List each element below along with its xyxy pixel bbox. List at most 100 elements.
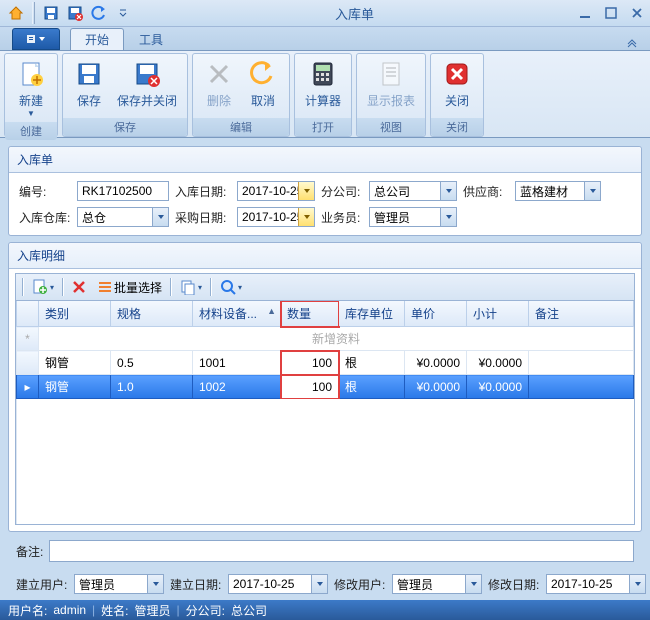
- combo-create-user[interactable]: 管理员: [74, 574, 164, 594]
- tab-tools[interactable]: 工具: [124, 28, 178, 50]
- date-create-date[interactable]: 2017-10-25: [228, 574, 328, 594]
- col-qty[interactable]: 数量: [281, 301, 339, 327]
- cell-qty[interactable]: 100: [281, 375, 339, 399]
- date-mod-date[interactable]: 2017-10-25: [546, 574, 646, 594]
- calculator-button[interactable]: 计算器: [299, 56, 347, 111]
- col-remark[interactable]: 备注: [529, 301, 634, 327]
- grid-blank-area: [16, 399, 634, 524]
- cell-price[interactable]: ¥0.0000: [405, 375, 467, 399]
- toolbar-label: 批量选择: [114, 279, 162, 296]
- combo-trigger-icon[interactable]: [440, 182, 456, 200]
- combo-trigger-icon[interactable]: [311, 575, 327, 593]
- ribbon-group-edit: 删除 取消 编辑: [192, 53, 290, 137]
- date-podate[interactable]: 2017-10-25: [237, 207, 315, 227]
- qat-save-close-icon[interactable]: [65, 3, 85, 23]
- maximize-button[interactable]: [602, 4, 620, 22]
- cell-subtotal[interactable]: ¥0.0000: [467, 351, 529, 375]
- panel-title: 入库单: [9, 147, 641, 173]
- quick-access-toolbar: [6, 2, 133, 24]
- cell-spec[interactable]: 1.0: [111, 375, 193, 399]
- toolbar-add-button[interactable]: ▾: [28, 277, 58, 297]
- save-button[interactable]: 保存: [67, 56, 111, 111]
- label-create-user: 建立用户:: [16, 576, 68, 593]
- date-trigger-icon[interactable]: [298, 182, 314, 200]
- tab-start[interactable]: 开始: [70, 28, 124, 50]
- close-form-button[interactable]: 关闭: [435, 56, 479, 111]
- toolbar-delete-button[interactable]: [68, 277, 90, 297]
- col-indicator[interactable]: [17, 301, 39, 327]
- status-user-label: 用户名:: [8, 602, 47, 619]
- label-create-date: 建立日期:: [170, 576, 222, 593]
- new-button[interactable]: 新建 ▼: [9, 56, 53, 120]
- input-no[interactable]: [77, 181, 169, 201]
- new-row[interactable]: * 新增资料: [17, 327, 634, 351]
- grid: 类别 规格 材料设备...▲ 数量 库存单位 单价 小计 备注 * 新增资料: [15, 301, 635, 525]
- combo-trigger-icon[interactable]: [152, 208, 168, 226]
- status-company-label: 分公司:: [186, 602, 225, 619]
- cell-remark[interactable]: [529, 375, 634, 399]
- date-trigger-icon[interactable]: [298, 208, 314, 226]
- save-close-button[interactable]: 保存并关闭: [111, 56, 183, 111]
- col-material[interactable]: 材料设备...▲: [193, 301, 281, 327]
- table-row[interactable]: 钢管 0.5 1001 100 根 ¥0.0000 ¥0.0000: [17, 351, 634, 375]
- new-row-placeholder: 新增资料: [39, 327, 634, 351]
- title-bar: 入库单: [0, 0, 650, 27]
- col-price[interactable]: 单价: [405, 301, 467, 327]
- minimize-button[interactable]: [576, 4, 594, 22]
- toolbar-batch-select-button[interactable]: 批量选择: [94, 277, 166, 297]
- app-menu-button[interactable]: [12, 28, 60, 50]
- combo-trigger-icon[interactable]: [465, 575, 481, 593]
- col-category[interactable]: 类别: [39, 301, 111, 327]
- qat-customize-dropdown[interactable]: [113, 3, 133, 23]
- label-remark: 备注:: [16, 543, 43, 560]
- col-spec[interactable]: 规格: [111, 301, 193, 327]
- combo-trigger-icon[interactable]: [147, 575, 163, 593]
- grid-header-row: 类别 规格 材料设备...▲ 数量 库存单位 单价 小计 备注: [17, 301, 634, 327]
- audit-row: 建立用户: 管理员 建立日期: 2017-10-25 修改用户: 管理员 修改日…: [16, 574, 634, 594]
- ribbon: 新建 ▼ 创建 保存 保存并关闭 保存 删除 取消: [0, 51, 650, 138]
- row-indicator-current: ▸: [17, 375, 39, 399]
- cell-spec[interactable]: 0.5: [111, 351, 193, 375]
- qat-save-icon[interactable]: [41, 3, 61, 23]
- cell-qty[interactable]: 100: [281, 351, 339, 375]
- ribbon-tab-row: 开始 工具: [0, 27, 650, 51]
- ribbon-group-open: 计算器 打开: [294, 53, 352, 137]
- cell-material[interactable]: 1001: [193, 351, 281, 375]
- cancel-button[interactable]: 取消: [241, 56, 285, 111]
- col-unit[interactable]: 库存单位: [339, 301, 405, 327]
- combo-trigger-icon[interactable]: [629, 575, 645, 593]
- input-remark[interactable]: [49, 540, 634, 562]
- combo-company[interactable]: 总公司: [369, 181, 457, 201]
- combo-warehouse[interactable]: 总仓: [77, 207, 169, 227]
- col-subtotal[interactable]: 小计: [467, 301, 529, 327]
- close-button[interactable]: [628, 4, 646, 22]
- cell-category[interactable]: 钢管: [39, 375, 111, 399]
- toolbar-copy-button[interactable]: ▾: [176, 277, 206, 297]
- show-report-button: 显示报表: [361, 56, 421, 111]
- cell-remark[interactable]: [529, 351, 634, 375]
- combo-trigger-icon[interactable]: [584, 182, 600, 200]
- table-row-selected[interactable]: ▸ 钢管 1.0 1002 100 根 ¥0.0000 ¥0.0000: [17, 375, 634, 399]
- cell-price[interactable]: ¥0.0000: [405, 351, 467, 375]
- tab-label: 工具: [139, 31, 163, 48]
- combo-clerk[interactable]: 管理员: [369, 207, 457, 227]
- home-app-icon[interactable]: [6, 3, 26, 23]
- combo-mod-user[interactable]: 管理员: [392, 574, 482, 594]
- ribbon-collapse-icon[interactable]: [622, 36, 642, 50]
- ribbon-label: 计算器: [305, 92, 341, 109]
- cell-subtotal[interactable]: ¥0.0000: [467, 375, 529, 399]
- cell-unit[interactable]: 根: [339, 351, 405, 375]
- cell-category[interactable]: 钢管: [39, 351, 111, 375]
- magnifier-icon: [220, 279, 236, 295]
- label-clerk: 业务员:: [321, 209, 363, 226]
- cell-material[interactable]: 1002: [193, 375, 281, 399]
- combo-supplier[interactable]: 蓝格建材: [515, 181, 601, 201]
- qat-undo-icon[interactable]: [89, 3, 109, 23]
- date-indate[interactable]: 2017-10-25: [237, 181, 315, 201]
- combo-trigger-icon[interactable]: [440, 208, 456, 226]
- status-bar: 用户名: admin | 姓名: 管理员 | 分公司: 总公司: [0, 600, 650, 620]
- label-supplier: 供应商:: [463, 183, 509, 200]
- form-panel: 入库单 编号: 入库日期: 2017-10-25 分公司: 总公司 供应商: 蓝…: [8, 146, 642, 236]
- cell-unit[interactable]: 根: [339, 375, 405, 399]
- toolbar-search-button[interactable]: ▾: [216, 277, 246, 297]
